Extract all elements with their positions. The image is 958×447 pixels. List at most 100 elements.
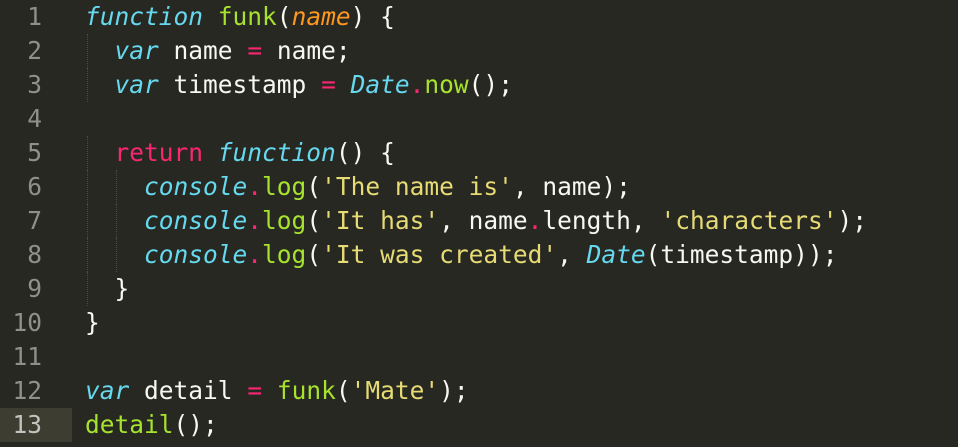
code-token: console (144, 172, 248, 201)
code-text[interactable]: } (85, 306, 100, 340)
line-number: 7 (27, 206, 42, 235)
code-token: ; (203, 410, 218, 439)
code-token: name (173, 36, 233, 65)
code-token: ; (498, 70, 513, 99)
code-token: , (512, 172, 528, 201)
code-token: 'It was created' (321, 240, 558, 269)
code-token: } (114, 274, 130, 303)
code-line[interactable]: 2 var name = name; (0, 34, 958, 68)
code-token: ( (173, 410, 189, 439)
code-line[interactable]: 9 } (0, 272, 958, 306)
code-token: ) (350, 2, 366, 31)
code-line[interactable]: 5 return function() { (0, 136, 958, 170)
code-token: ( (335, 376, 351, 405)
code-text[interactable]: function funk(name) { (85, 0, 395, 34)
code-token: 'The name is' (321, 172, 513, 201)
code-token: 'It has' (321, 206, 440, 235)
code-token: . (247, 206, 263, 235)
code-line[interactable]: 12 var detail = funk('Mate'); (0, 374, 958, 408)
code-token: function (85, 2, 204, 31)
line-number: 6 (27, 172, 42, 201)
code-token: ( (468, 70, 484, 99)
code-line[interactable]: 1 function funk(name) { (0, 0, 958, 34)
line-number: 11 (12, 342, 42, 371)
code-token: name (276, 36, 336, 65)
code-token: ( (306, 206, 322, 235)
code-token: . (409, 70, 425, 99)
code-token: var (114, 70, 159, 99)
code-text[interactable]: console.log('It was created', Date(times… (85, 238, 837, 272)
line-number: 5 (27, 138, 42, 167)
code-text[interactable]: detail(); (85, 408, 218, 442)
code-token: Date (350, 70, 410, 99)
line-number: 2 (27, 36, 42, 65)
code-token: length (542, 206, 631, 235)
code-token: log (262, 172, 307, 201)
code-token: timestamp (660, 240, 794, 269)
code-token: ; (616, 172, 631, 201)
code-token: var (85, 376, 130, 405)
code-token: = (247, 36, 263, 65)
code-line[interactable]: 6 console.log('The name is', name); (0, 170, 958, 204)
code-token: funk (217, 2, 277, 31)
code-token: , (439, 206, 454, 235)
line-number: 12 (12, 376, 42, 405)
code-token: now (424, 70, 469, 99)
line-number: 9 (27, 274, 42, 303)
code-token: ; (335, 36, 351, 65)
code-token: ( (306, 172, 322, 201)
code-text[interactable]: console.log('The name is', name); (85, 170, 631, 204)
code-text[interactable]: var name = name; (85, 34, 351, 68)
code-line[interactable]: 4 (0, 102, 958, 136)
code-text[interactable]: } (85, 272, 130, 306)
code-token: { (380, 2, 395, 31)
code-token: } (85, 308, 100, 337)
code-line[interactable]: 3 var timestamp = Date.now(); (0, 68, 958, 102)
code-token: timestamp (173, 70, 307, 99)
line-number: 8 (27, 240, 42, 269)
code-line[interactable]: 11 (0, 340, 958, 374)
code-token: = (321, 70, 336, 99)
code-editor[interactable]: 1 function funk(name) {2 var name = name;… (0, 0, 958, 447)
code-line[interactable]: 13 detail(); (0, 408, 958, 442)
code-token: ( (335, 138, 351, 167)
code-token: name (468, 206, 528, 235)
code-text[interactable]: return function() { (85, 136, 395, 170)
code-token: ) (807, 240, 823, 269)
code-token: ) (483, 70, 499, 99)
code-line[interactable]: 7 console.log('It has', name.length, 'ch… (0, 204, 958, 238)
line-number: 3 (27, 70, 42, 99)
code-token: ( (306, 240, 322, 269)
code-text[interactable]: console.log('It has', name.length, 'char… (85, 204, 867, 238)
code-token: ( (645, 240, 661, 269)
code-line[interactable]: 10} (0, 306, 958, 340)
code-token: . (527, 206, 543, 235)
line-number: 1 (27, 2, 42, 31)
line-number: 10 (12, 308, 42, 337)
code-token: . (247, 240, 263, 269)
code-token: ; (453, 376, 469, 405)
code-token: log (262, 240, 307, 269)
code-line[interactable]: 8 console.log('It was created', Date(tim… (0, 238, 958, 272)
code-token: . (247, 172, 263, 201)
code-token: name (542, 172, 602, 201)
code-text[interactable]: var timestamp = Date.now(); (85, 68, 513, 102)
code-token: name (291, 2, 351, 31)
code-text[interactable]: var detail = funk('Mate'); (85, 374, 469, 408)
